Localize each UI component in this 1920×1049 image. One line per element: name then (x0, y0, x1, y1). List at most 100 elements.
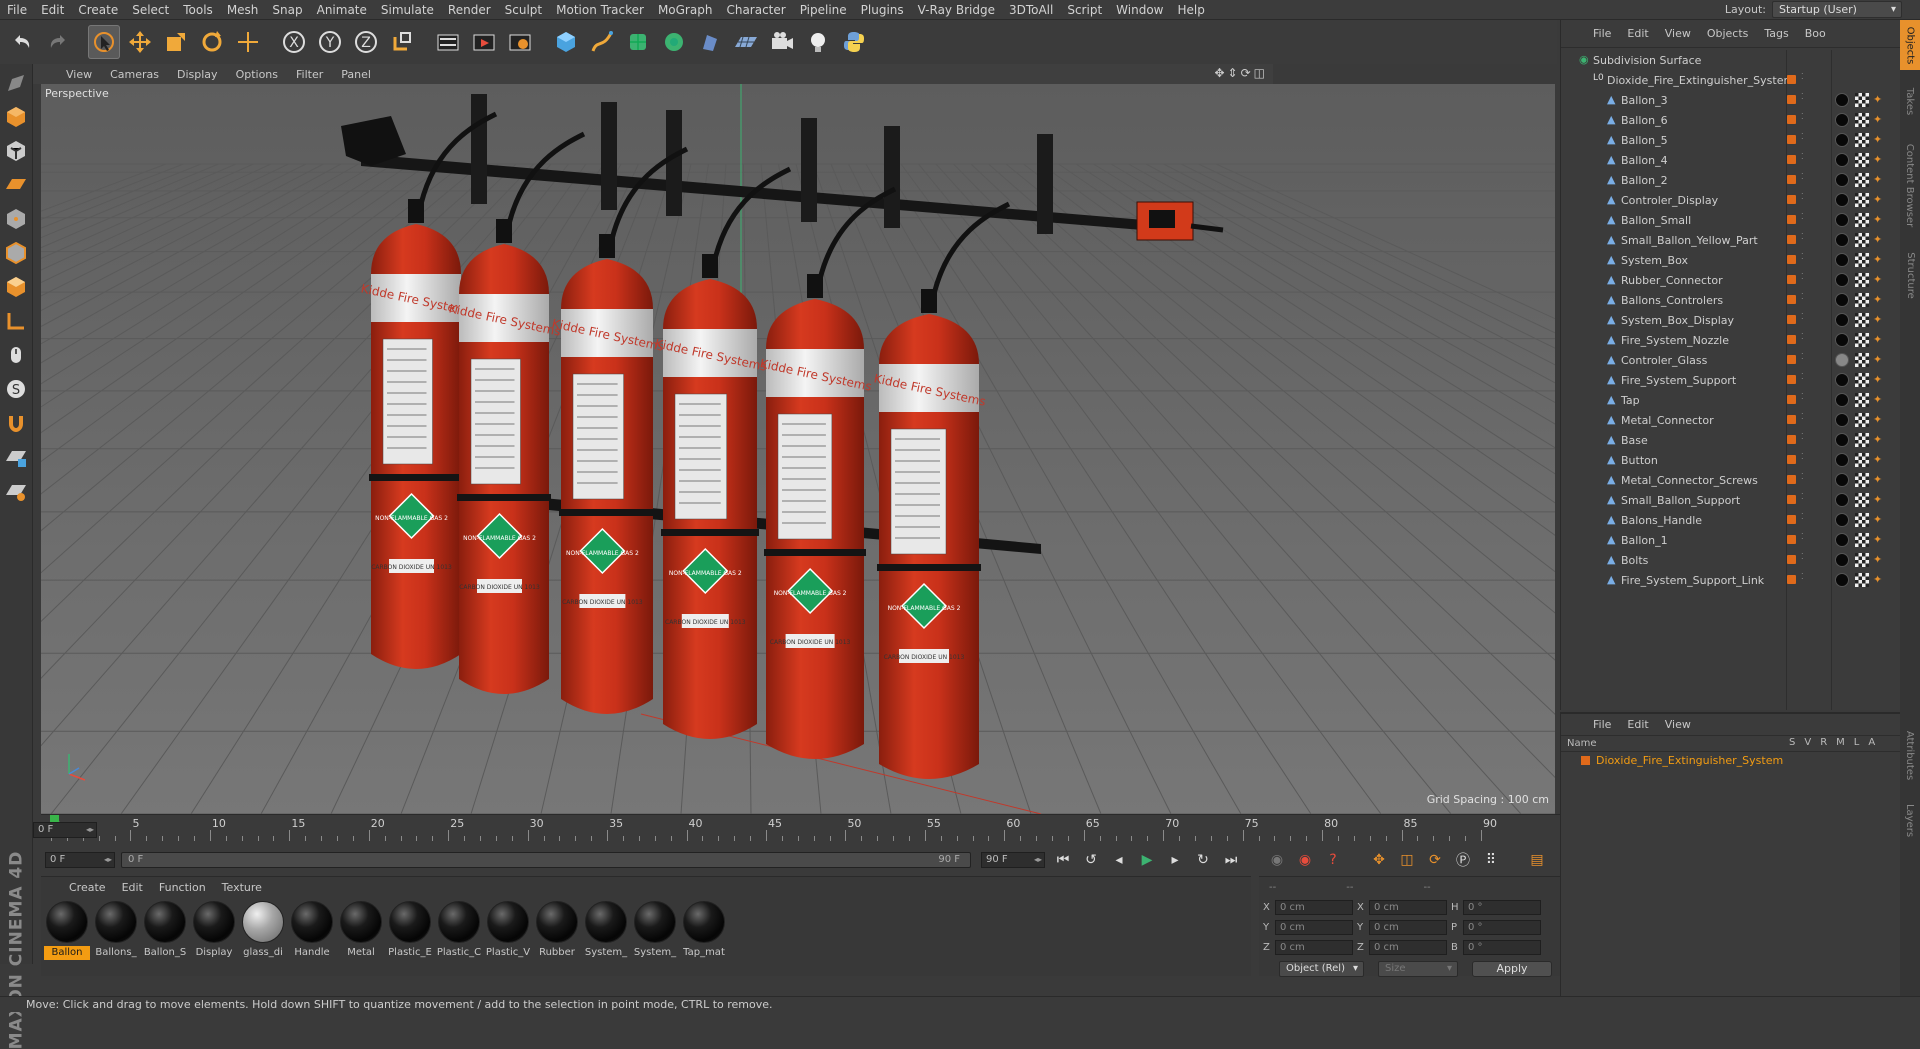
material-item[interactable]: System_ (582, 901, 630, 960)
key-rotation-icon[interactable]: ⟳ (1423, 848, 1447, 872)
material-item[interactable]: Plastic_C (435, 901, 483, 960)
texture-mode-icon[interactable] (2, 136, 30, 166)
coordinate-value-field[interactable]: 0 cm (1369, 939, 1447, 955)
texture-tag-icon[interactable] (1855, 173, 1869, 187)
menu-select[interactable]: Select (125, 0, 176, 20)
material-tag-icon[interactable] (1835, 373, 1849, 387)
right-tab-structure[interactable]: Structure (1900, 245, 1920, 305)
key-pla-icon[interactable]: ⠿ (1479, 848, 1503, 872)
edges-mode-icon[interactable] (2, 238, 30, 268)
uvw-tag-icon[interactable]: ✦ (1873, 313, 1887, 327)
material-tag-icon[interactable] (1835, 253, 1849, 267)
texture-tag-icon[interactable] (1855, 153, 1869, 167)
material-tag-icon[interactable] (1835, 573, 1849, 587)
menu-render[interactable]: Render (441, 0, 498, 20)
texture-tag-icon[interactable] (1855, 473, 1869, 487)
visibility-dots[interactable]: ⁚ (1801, 133, 1807, 146)
uvw-tag-icon[interactable]: ✦ (1873, 493, 1887, 507)
material-tag-icon[interactable] (1835, 213, 1849, 227)
previous-key-icon[interactable]: ↺ (1079, 848, 1103, 872)
right-tab-takes[interactable]: Takes (1900, 76, 1920, 126)
polygons-mode-icon[interactable] (2, 272, 30, 302)
record-keys-icon[interactable]: ◉ (1265, 848, 1289, 872)
menu-mograph[interactable]: MoGraph (651, 0, 720, 20)
uvw-tag-icon[interactable]: ✦ (1873, 233, 1887, 247)
uvw-tag-icon[interactable]: ✦ (1873, 333, 1887, 347)
texture-tag-icon[interactable] (1855, 193, 1869, 207)
python-icon[interactable] (838, 25, 870, 59)
floor-icon[interactable] (730, 25, 762, 59)
material-item[interactable]: Ballon (43, 901, 91, 960)
object-menu-tags[interactable]: Tags (1756, 27, 1796, 40)
texture-tag-icon[interactable] (1855, 533, 1869, 547)
visibility-dots[interactable]: ⁚ (1801, 473, 1807, 486)
object-row[interactable]: ▲ Ballon_6 ⁚ ✦ (1561, 110, 1901, 130)
uvw-tag-icon[interactable]: ✦ (1873, 473, 1887, 487)
material-menu-create[interactable]: Create (61, 881, 114, 894)
start-frame-field[interactable]: 0 F (45, 852, 115, 868)
material-tag-icon[interactable] (1835, 393, 1849, 407)
snap-icon[interactable]: S (2, 374, 30, 404)
layer-menu-edit[interactable]: Edit (1619, 718, 1656, 731)
material-tag-icon[interactable] (1835, 453, 1849, 467)
visibility-dots[interactable]: ⁚ (1801, 573, 1807, 586)
object-row[interactable]: ▲ Tap ⁚ ✦ (1561, 390, 1901, 410)
live-selection-icon[interactable] (88, 25, 120, 59)
material-tag-icon[interactable] (1835, 353, 1849, 367)
material-tag-icon[interactable] (1835, 153, 1849, 167)
object-row[interactable]: ▲ System_Box_Display ⁚ ✦ (1561, 310, 1901, 330)
keyframe-selection-icon[interactable]: ? (1321, 848, 1345, 872)
timeline-window-icon[interactable]: ▤ (1525, 848, 1549, 872)
right-tab-content-browser[interactable]: Content Browser (1900, 130, 1920, 240)
uvw-tag-icon[interactable]: ✦ (1873, 393, 1887, 407)
visibility-dots[interactable]: ⁚ (1801, 393, 1807, 406)
menu-script[interactable]: Script (1060, 0, 1109, 20)
size-mode-dropdown[interactable]: Size (1377, 961, 1458, 977)
material-item[interactable]: glass_di (239, 901, 287, 960)
menu-mesh[interactable]: Mesh (220, 0, 266, 20)
viewport-navigation-icons[interactable]: ✥⇕⟳◫ (1214, 66, 1268, 80)
object-row[interactable]: ▲ Fire_System_Support ⁚ ✦ (1561, 370, 1901, 390)
cube-icon[interactable] (550, 25, 582, 59)
uvw-tag-icon[interactable]: ✦ (1873, 213, 1887, 227)
object-row[interactable]: ▲ System_Box ⁚ ✦ (1561, 250, 1901, 270)
material-item[interactable]: System_ (631, 901, 679, 960)
texture-tag-icon[interactable] (1855, 373, 1869, 387)
texture-tag-icon[interactable] (1855, 353, 1869, 367)
object-row[interactable]: ▲ Ballon_Small ⁚ ✦ (1561, 210, 1901, 230)
material-item[interactable]: Display (190, 901, 238, 960)
object-row[interactable]: ▲ Ballon_5 ⁚ ✦ (1561, 130, 1901, 150)
texture-tag-icon[interactable] (1855, 233, 1869, 247)
menu-create[interactable]: Create (71, 0, 125, 20)
array-icon[interactable] (658, 25, 690, 59)
material-tag-icon[interactable] (1835, 293, 1849, 307)
texture-tag-icon[interactable] (1855, 253, 1869, 267)
object-row[interactable]: ▲ Controler_Display ⁚ ✦ (1561, 190, 1901, 210)
uvw-tag-icon[interactable]: ✦ (1873, 253, 1887, 267)
uvw-tag-icon[interactable]: ✦ (1873, 513, 1887, 527)
texture-tag-icon[interactable] (1855, 313, 1869, 327)
material-tag-icon[interactable] (1835, 333, 1849, 347)
material-tag-icon[interactable] (1835, 313, 1849, 327)
material-item[interactable]: Ballons_ (92, 901, 140, 960)
uvw-tag-icon[interactable]: ✦ (1873, 533, 1887, 547)
coordinate-mode-dropdown[interactable]: Object (Rel) (1279, 961, 1364, 977)
uvw-tag-icon[interactable]: ✦ (1873, 433, 1887, 447)
object-menu-edit[interactable]: Edit (1619, 27, 1656, 40)
go-to-end-icon[interactable]: ⏭ (1219, 848, 1243, 872)
material-item[interactable]: Plastic_V (484, 901, 532, 960)
layer-menu-view[interactable]: View (1657, 718, 1699, 731)
layer-menu-file[interactable]: File (1585, 718, 1619, 731)
viewport-menu-panel[interactable]: Panel (332, 68, 380, 81)
object-row[interactable]: ▲ Fire_System_Nozzle ⁚ ✦ (1561, 330, 1901, 350)
material-tag-icon[interactable] (1835, 473, 1849, 487)
uvw-tag-icon[interactable]: ✦ (1873, 293, 1887, 307)
texture-tag-icon[interactable] (1855, 413, 1869, 427)
grid-lock-icon[interactable] (2, 442, 30, 472)
material-tag-icon[interactable] (1835, 233, 1849, 247)
coordinate-value-field[interactable]: 0 cm (1369, 919, 1447, 935)
object-row[interactable]: ▲ Ballons_Controlers ⁚ ✦ (1561, 290, 1901, 310)
visibility-dots[interactable]: ⁚ (1801, 213, 1807, 226)
light-icon[interactable] (802, 25, 834, 59)
object-row[interactable]: ▲ Ballon_2 ⁚ ✦ (1561, 170, 1901, 190)
